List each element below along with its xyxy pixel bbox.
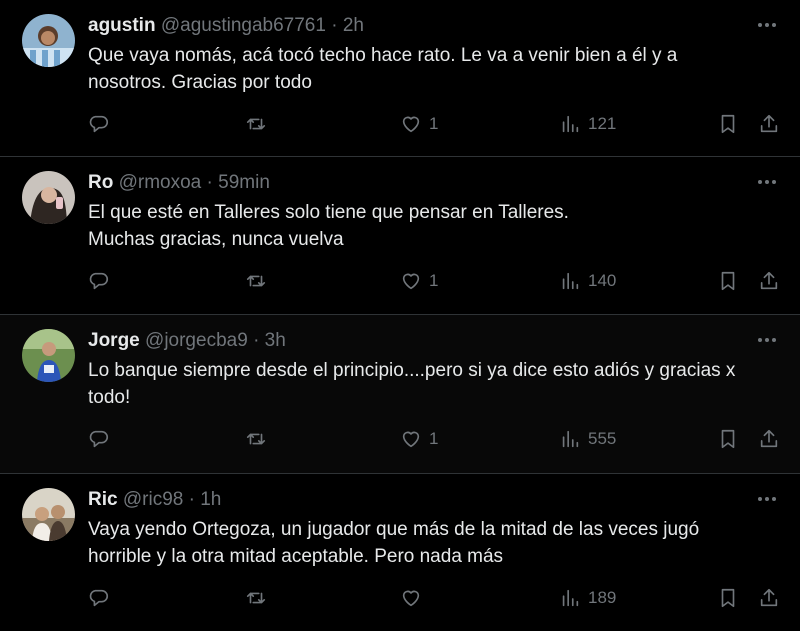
retweet-icon bbox=[246, 433, 266, 445]
bookmark-icon bbox=[721, 271, 735, 291]
bookmark-button[interactable] bbox=[717, 269, 739, 293]
action-bar: 189 bbox=[88, 586, 788, 610]
author-handle[interactable]: @jorgecba9 bbox=[145, 330, 248, 351]
action-bar: 1 140 bbox=[88, 269, 788, 293]
separator-dot: · bbox=[206, 172, 213, 193]
views-button[interactable]: 189 bbox=[559, 586, 616, 610]
share-button[interactable] bbox=[758, 112, 780, 136]
share-icon bbox=[760, 588, 778, 607]
views-chart-icon bbox=[562, 589, 579, 607]
like-button[interactable]: 1 bbox=[400, 269, 438, 293]
separator-dot: · bbox=[188, 489, 195, 510]
retweet-icon bbox=[246, 592, 266, 604]
more-horizontal-icon[interactable] bbox=[756, 488, 778, 510]
reply-button[interactable] bbox=[88, 427, 110, 451]
heart-icon bbox=[402, 116, 420, 133]
author-name[interactable]: Jorge bbox=[88, 330, 140, 351]
reply-button[interactable] bbox=[88, 112, 110, 136]
separator-dot: · bbox=[253, 330, 260, 351]
action-bar: 1 555 bbox=[88, 427, 788, 451]
views-button[interactable]: 121 bbox=[559, 112, 616, 136]
bookmark-icon bbox=[721, 114, 735, 134]
tweet-text: Que vaya nomás, acá tocó techo hace rato… bbox=[88, 45, 678, 93]
share-button[interactable] bbox=[758, 586, 780, 610]
reply-icon bbox=[89, 115, 108, 133]
reply-icon bbox=[89, 430, 108, 448]
retweet-button[interactable] bbox=[245, 269, 267, 293]
reply-icon bbox=[89, 589, 108, 607]
tweet[interactable]: Ric @ric98 · 1h Vaya yendo Ortegoza, un … bbox=[0, 474, 800, 631]
views-button[interactable]: 555 bbox=[559, 427, 616, 451]
avatar[interactable] bbox=[22, 14, 75, 67]
author-name[interactable]: agustin bbox=[88, 15, 156, 36]
tweet[interactable]: Ro @rmoxoa · 59min El que esté en Taller… bbox=[0, 157, 800, 315]
views-count: 121 bbox=[588, 114, 617, 133]
views-button[interactable]: 140 bbox=[559, 269, 616, 293]
author-name[interactable]: Ric bbox=[88, 489, 118, 510]
action-bar: 1 121 bbox=[88, 112, 788, 136]
author-handle[interactable]: @rmoxoa bbox=[119, 172, 202, 193]
timestamp[interactable]: 2h bbox=[343, 15, 364, 36]
retweet-button[interactable] bbox=[245, 112, 267, 136]
retweet-icon bbox=[246, 118, 266, 130]
views-chart-icon bbox=[562, 115, 579, 133]
views-count: 189 bbox=[588, 588, 617, 607]
tweet[interactable]: Jorge @jorgecba9 · 3h Lo banque siempre … bbox=[0, 315, 800, 474]
author-name[interactable]: Ro bbox=[88, 172, 113, 193]
tweet[interactable]: agustin @agustingab67761 · 2h Que vaya n… bbox=[0, 0, 800, 157]
tweet-text: Vaya yendo Ortegoza, un jugador que más … bbox=[88, 519, 700, 567]
share-icon bbox=[760, 114, 778, 133]
reply-icon bbox=[89, 272, 108, 290]
share-icon bbox=[760, 271, 778, 290]
bookmark-button[interactable] bbox=[717, 112, 739, 136]
views-chart-icon bbox=[562, 272, 579, 290]
like-count: 1 bbox=[429, 271, 439, 290]
more-horizontal-icon[interactable] bbox=[756, 171, 778, 193]
avatar[interactable] bbox=[22, 329, 75, 382]
heart-icon bbox=[402, 590, 420, 607]
retweet-icon bbox=[246, 275, 266, 287]
more-horizontal-icon[interactable] bbox=[756, 329, 778, 351]
more-horizontal-icon[interactable] bbox=[756, 14, 778, 36]
retweet-button[interactable] bbox=[245, 586, 267, 610]
separator-dot: · bbox=[331, 15, 338, 36]
avatar[interactable] bbox=[22, 488, 75, 541]
tweet-header: agustin @agustingab67761 · 2h bbox=[88, 14, 364, 38]
tweet-header: Ric @ric98 · 1h bbox=[88, 488, 221, 512]
reply-button[interactable] bbox=[88, 269, 110, 293]
heart-icon bbox=[402, 431, 420, 448]
heart-icon bbox=[402, 273, 420, 290]
reply-feed: agustin @agustingab67761 · 2h Que vaya n… bbox=[0, 0, 800, 631]
views-count: 555 bbox=[588, 429, 617, 448]
like-count: 1 bbox=[429, 429, 439, 448]
reply-button[interactable] bbox=[88, 586, 110, 610]
like-button[interactable] bbox=[400, 586, 429, 610]
views-chart-icon bbox=[562, 430, 579, 448]
bookmark-icon bbox=[721, 429, 735, 449]
tweet-header: Jorge @jorgecba9 · 3h bbox=[88, 329, 286, 353]
bookmark-button[interactable] bbox=[717, 427, 739, 451]
share-button[interactable] bbox=[758, 427, 780, 451]
views-count: 140 bbox=[588, 271, 617, 290]
share-button[interactable] bbox=[758, 269, 780, 293]
timestamp[interactable]: 59min bbox=[218, 172, 270, 193]
tweet-header: Ro @rmoxoa · 59min bbox=[88, 171, 270, 195]
bookmark-button[interactable] bbox=[717, 586, 739, 610]
timestamp[interactable]: 1h bbox=[200, 489, 221, 510]
retweet-button[interactable] bbox=[245, 427, 267, 451]
like-button[interactable]: 1 bbox=[400, 427, 438, 451]
like-count: 1 bbox=[429, 114, 439, 133]
tweet-text: Lo banque siempre desde el principio....… bbox=[88, 360, 736, 408]
author-handle[interactable]: @ric98 bbox=[123, 489, 183, 510]
timestamp[interactable]: 3h bbox=[265, 330, 286, 351]
share-icon bbox=[760, 429, 778, 448]
bookmark-icon bbox=[721, 588, 735, 608]
like-button[interactable]: 1 bbox=[400, 112, 438, 136]
tweet-text: El que esté en Talleres solo tiene que p… bbox=[88, 202, 569, 250]
author-handle[interactable]: @agustingab67761 bbox=[161, 15, 326, 36]
avatar[interactable] bbox=[22, 171, 75, 224]
